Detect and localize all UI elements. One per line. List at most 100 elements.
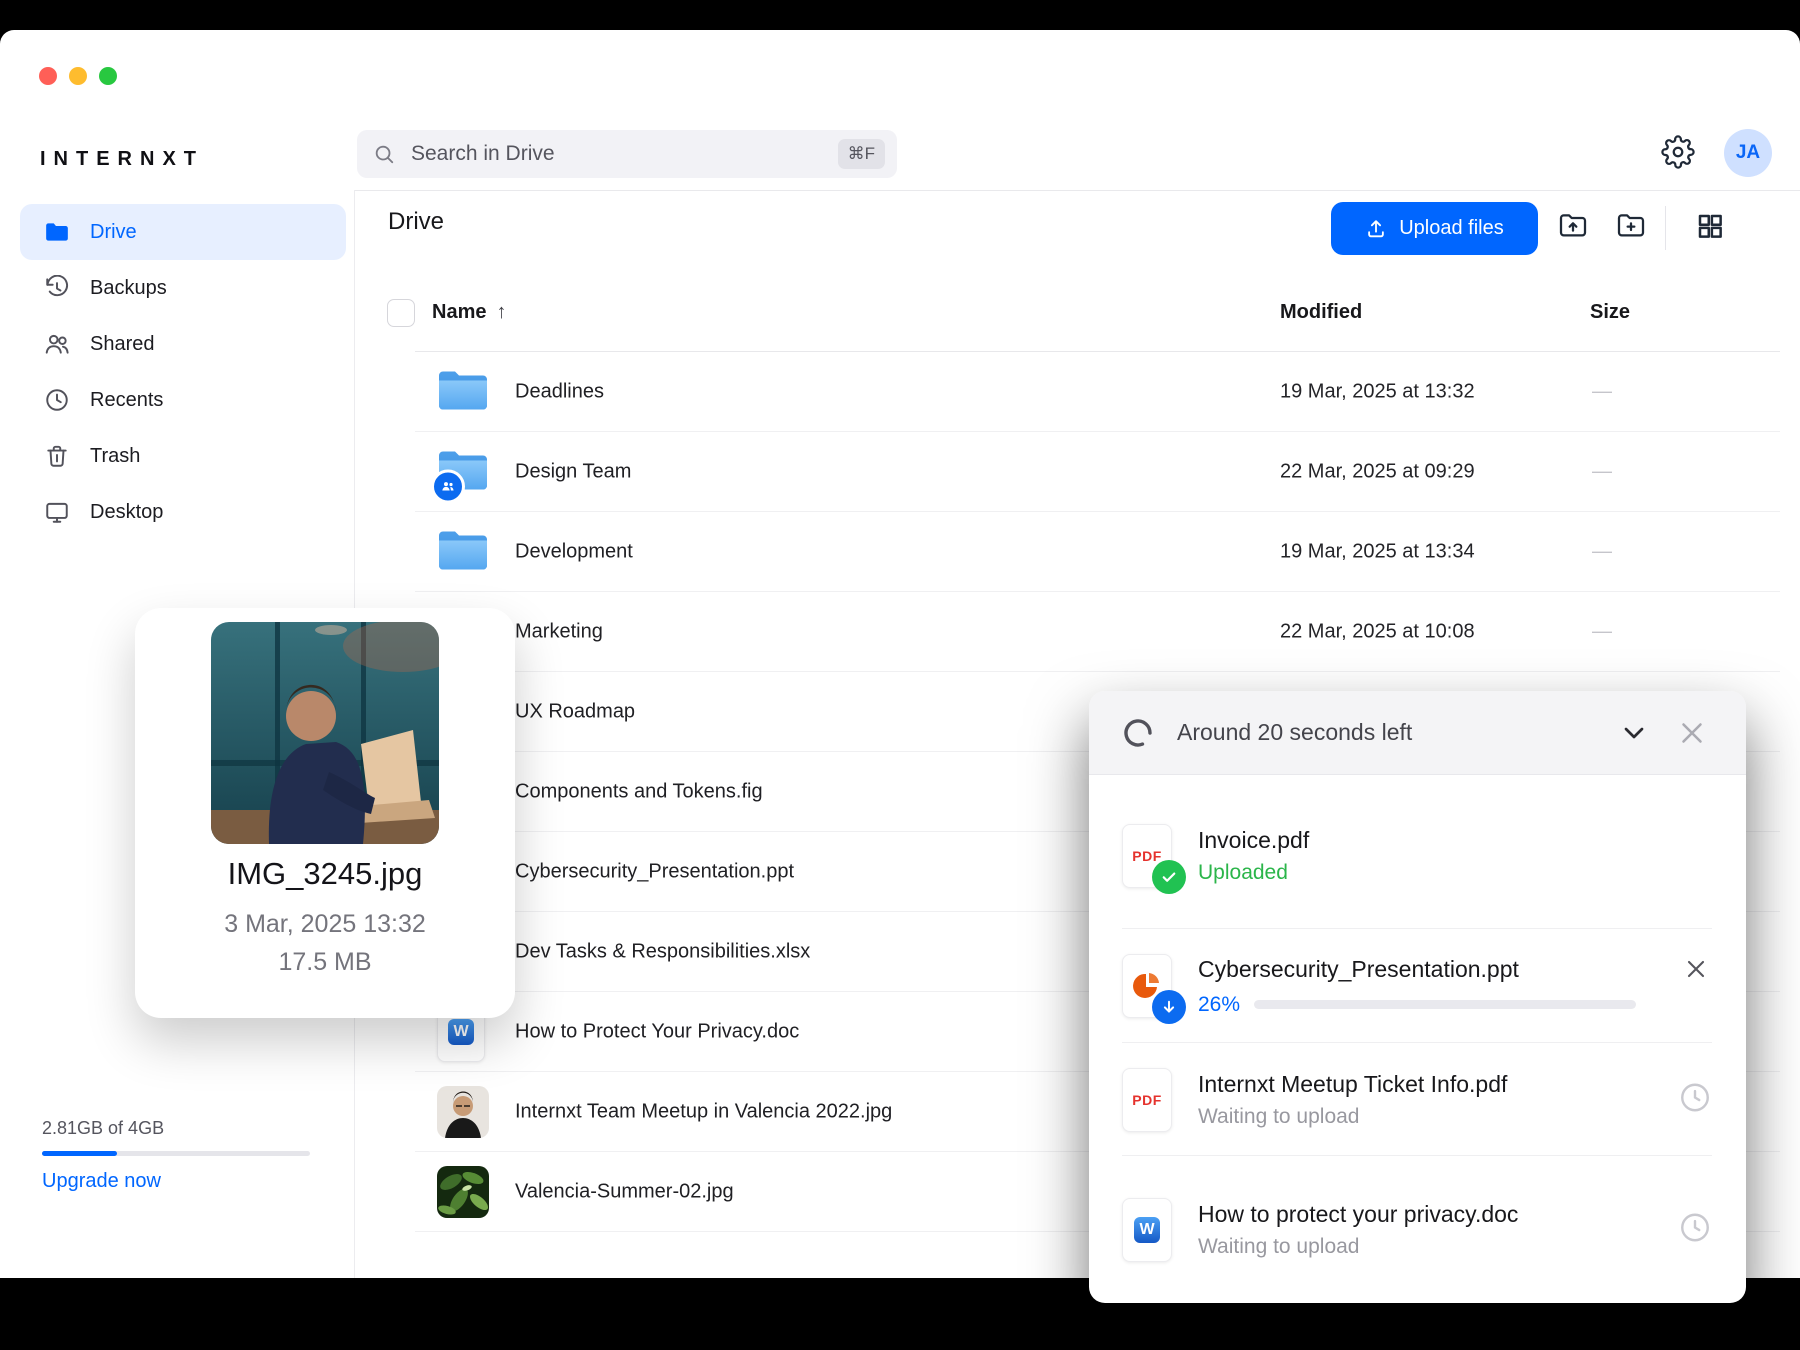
file-modified: 19 Mar, 2025 at 13:34	[1280, 540, 1475, 563]
folder-plus-icon	[1615, 210, 1647, 247]
preview-date: 3 Mar, 2025 13:32	[224, 910, 426, 938]
column-header-name[interactable]: Name ↑	[432, 301, 506, 324]
view-toggle-button[interactable]	[1686, 204, 1734, 252]
close-panel-button[interactable]	[1672, 713, 1712, 753]
upload-item-name: Internxt Meetup Ticket Info.pdf	[1198, 1070, 1508, 1097]
sidebar: Drive Backups Shared Recents Trash Deskt…	[20, 204, 346, 540]
clock-icon	[44, 387, 70, 413]
preview-image	[211, 622, 439, 844]
upload-progress-percent: 26%	[1198, 992, 1241, 1016]
close-icon	[1675, 716, 1709, 750]
file-size: —	[1592, 620, 1612, 643]
sidebar-item-shared[interactable]: Shared	[20, 316, 346, 372]
file-name: Components and Tokens.fig	[515, 780, 763, 803]
storage-progress-fill	[42, 1151, 118, 1156]
upload-item-name: How to protect your privacy.doc	[1198, 1200, 1519, 1227]
sidebar-item-label: Drive	[90, 220, 137, 243]
search-shortcut-badge: ⌘F	[837, 139, 885, 169]
pending-clock-icon	[1678, 1210, 1712, 1249]
upload-item-status: Waiting to upload	[1198, 1104, 1360, 1128]
upload-icon	[1365, 218, 1387, 240]
uploading-arrow-icon	[1152, 990, 1186, 1024]
upload-item-name: Cybersecurity_Presentation.ppt	[1198, 955, 1519, 982]
search-bar[interactable]: ⌘F	[357, 130, 897, 178]
upload-progress-panel: Around 20 seconds left PDF Invoice.pdf U…	[1089, 691, 1746, 1303]
app-logo: INTERNXT	[40, 148, 204, 170]
close-icon	[1682, 955, 1710, 983]
spinner-icon	[1123, 718, 1153, 748]
file-name: Cybersecurity_Presentation.ppt	[515, 860, 795, 883]
file-size: —	[1592, 380, 1612, 403]
file-name: UX Roadmap	[515, 700, 636, 723]
trash-icon	[44, 443, 70, 469]
preview-filename: IMG_3245.jpg	[227, 856, 423, 891]
file-name: Marketing	[515, 620, 603, 643]
sidebar-item-backups[interactable]: Backups	[20, 260, 346, 316]
upload-item-status: Waiting to upload	[1198, 1234, 1360, 1258]
select-all-checkbox[interactable]	[387, 299, 415, 327]
sidebar-item-recents[interactable]: Recents	[20, 372, 346, 428]
upload-item-status: Uploaded	[1198, 861, 1288, 884]
user-avatar[interactable]: JA	[1724, 129, 1772, 177]
sidebar-item-label: Recents	[90, 388, 164, 411]
file-name: Internxt Team Meetup in Valencia 2022.jp…	[515, 1100, 893, 1123]
uploaded-check-icon	[1152, 860, 1186, 894]
preview-size: 17.5 MB	[278, 948, 372, 976]
settings-button[interactable]	[1660, 134, 1696, 172]
sidebar-item-label: Trash	[90, 444, 141, 467]
history-icon	[44, 275, 70, 301]
sidebar-item-trash[interactable]: Trash	[20, 428, 346, 484]
collapse-panel-button[interactable]	[1614, 713, 1654, 753]
screen: INTERNXT ⌘F JA Drive Backups	[0, 0, 1800, 1350]
file-name: How to Protect Your Privacy.doc	[515, 1020, 800, 1043]
toolbar-separator	[1665, 206, 1666, 250]
upload-files-button[interactable]: Upload files	[1331, 202, 1538, 255]
people-icon	[44, 331, 70, 357]
upload-panel-header: Around 20 seconds left	[1089, 691, 1746, 775]
cancel-upload-button[interactable]	[1678, 951, 1714, 987]
photo-thumbnail	[437, 1086, 489, 1138]
sidebar-item-drive[interactable]: Drive	[20, 204, 346, 260]
time-left-label: Around 20 seconds left	[1177, 719, 1413, 745]
shared-folder-badge-icon	[431, 469, 465, 504]
file-modified: 22 Mar, 2025 at 10:08	[1280, 620, 1475, 643]
upload-item: PDF Invoice.pdf Uploaded	[1089, 783, 1746, 929]
traffic-light-close[interactable]	[39, 67, 57, 85]
grid-view-icon	[1695, 211, 1725, 246]
upload-item: PDF Internxt Meetup Ticket Info.pdf Wait…	[1089, 1043, 1746, 1156]
sidebar-item-label: Shared	[90, 332, 155, 355]
chevron-down-icon	[1618, 717, 1650, 749]
sidebar-item-label: Desktop	[90, 500, 164, 523]
column-header-size[interactable]: Size	[1590, 301, 1630, 324]
column-header-modified[interactable]: Modified	[1280, 301, 1362, 324]
upload-progress-bar	[1254, 1000, 1636, 1009]
photo-thumbnail	[437, 1166, 489, 1218]
folder-icon	[437, 528, 489, 577]
folder-icon	[437, 368, 489, 417]
file-name: Dev Tasks & Responsibilities.xlsx	[515, 940, 811, 963]
file-modified: 19 Mar, 2025 at 13:32	[1280, 380, 1475, 403]
file-modified: 22 Mar, 2025 at 09:29	[1280, 460, 1475, 483]
upgrade-link[interactable]: Upgrade now	[42, 1170, 161, 1193]
upload-files-label: Upload files	[1399, 217, 1504, 239]
traffic-light-zoom[interactable]	[99, 67, 117, 85]
sidebar-item-desktop[interactable]: Desktop	[20, 484, 346, 540]
file-preview-card: IMG_3245.jpg 3 Mar, 2025 13:32 17.5 MB	[135, 608, 515, 1018]
file-name: Design Team	[515, 460, 632, 483]
folder-icon	[431, 451, 489, 504]
pending-clock-icon	[1678, 1080, 1712, 1119]
upload-item-name: Invoice.pdf	[1198, 827, 1310, 853]
search-input[interactable]	[409, 141, 897, 167]
new-folder-button[interactable]	[1607, 204, 1655, 252]
traffic-light-minimize[interactable]	[69, 67, 87, 85]
topbar-divider	[355, 190, 1800, 191]
ppt-file-icon	[1122, 954, 1186, 1024]
file-name: Valencia-Summer-02.jpg	[515, 1180, 734, 1203]
upload-folder-button[interactable]	[1549, 204, 1597, 252]
monitor-icon	[44, 499, 70, 525]
folder-icon	[44, 219, 70, 245]
word-doc-icon: W	[1122, 1197, 1172, 1262]
file-name: Development	[515, 540, 633, 563]
folder-upload-icon	[1557, 210, 1589, 247]
storage-progressbar	[42, 1151, 310, 1156]
